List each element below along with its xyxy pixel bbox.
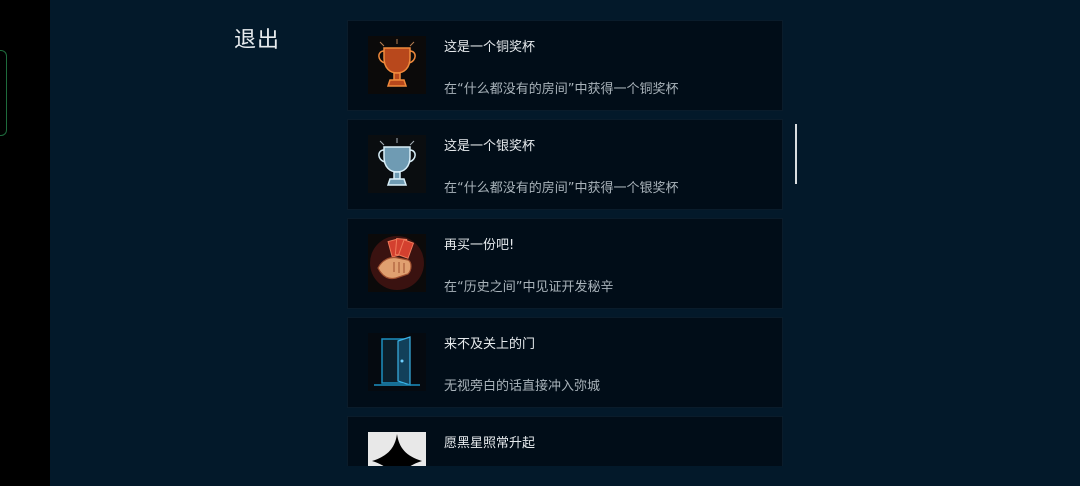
- left-edge-strip: [0, 0, 50, 486]
- side-drawer-handle[interactable]: [0, 50, 7, 136]
- achievement-card-buy-again[interactable]: 再买一份吧! 在“历史之间”中见证开发秘辛: [347, 218, 783, 309]
- achievement-title: 来不及关上的门: [444, 337, 536, 352]
- exit-button[interactable]: 退出: [234, 22, 280, 54]
- achievement-title: 再买一份吧!: [444, 238, 515, 253]
- silver-trophy-icon: [368, 135, 426, 193]
- achievement-title: 愿黑星照常升起: [444, 436, 536, 451]
- open-door-icon: [368, 333, 426, 391]
- achievement-description: 在“什么都没有的房间”中获得一个银奖杯: [444, 181, 679, 196]
- achievement-description: 在“什么都没有的房间”中获得一个铜奖杯: [444, 82, 679, 97]
- black-star-icon: [368, 432, 426, 466]
- achievement-card-black-star[interactable]: 愿黑星照常升起: [347, 416, 783, 466]
- achievement-list[interactable]: 这是一个铜奖杯 在“什么都没有的房间”中获得一个铜奖杯 这是一个银奖杯 在“什么…: [347, 20, 783, 466]
- achievement-description: 在“历史之间”中见证开发秘辛: [444, 280, 614, 295]
- achievement-card-door[interactable]: 来不及关上的门 无视旁白的话直接冲入弥城: [347, 317, 783, 408]
- list-scrollbar[interactable]: [795, 124, 797, 184]
- bronze-trophy-icon: [368, 36, 426, 94]
- achievement-card-bronze-trophy[interactable]: 这是一个铜奖杯 在“什么都没有的房间”中获得一个铜奖杯: [347, 20, 783, 111]
- achievement-description: 无视旁白的话直接冲入弥城: [444, 379, 601, 394]
- achievement-title: 这是一个银奖杯: [444, 139, 536, 154]
- achievement-title: 这是一个铜奖杯: [444, 40, 536, 55]
- fist-with-cards-icon: [368, 234, 426, 292]
- achievement-card-silver-trophy[interactable]: 这是一个银奖杯 在“什么都没有的房间”中获得一个银奖杯: [347, 119, 783, 210]
